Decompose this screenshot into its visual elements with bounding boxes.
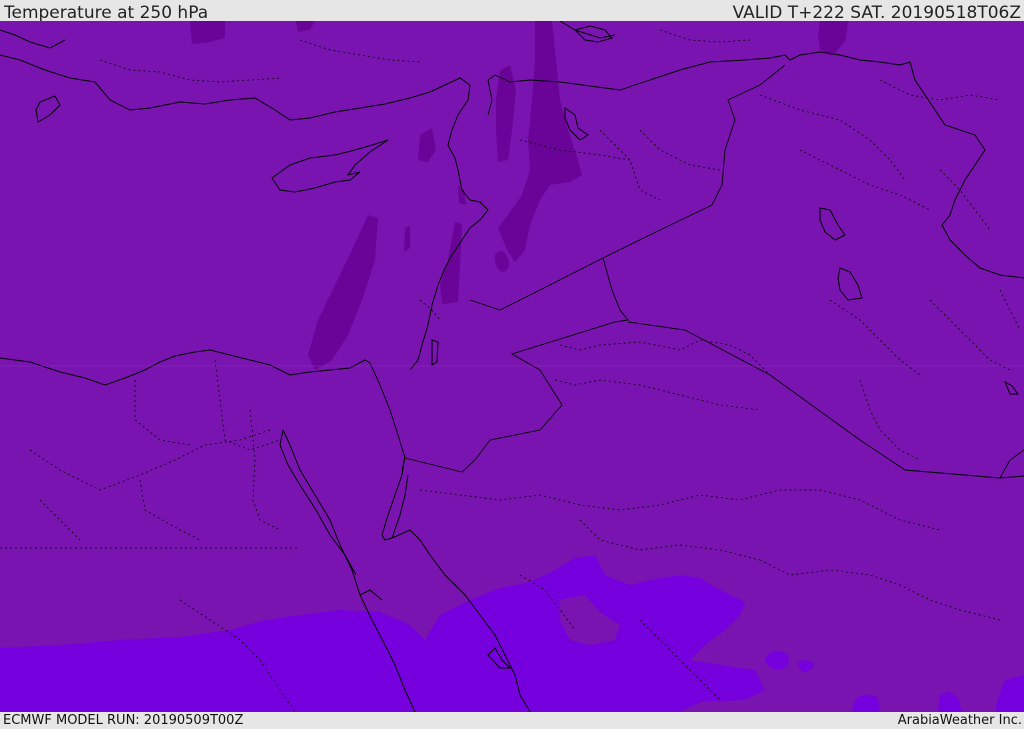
model-run-label: ECMWF MODEL RUN: 20190509T00Z: [3, 713, 244, 728]
credit-label: ArabiaWeather Inc.: [897, 713, 1022, 728]
map-canvas: [0, 21, 1024, 712]
map-title: Temperature at 250 hPa: [4, 3, 209, 23]
valid-time: VALID T+222 SAT. 20190518T06Z: [732, 3, 1021, 23]
footer-bar: ECMWF MODEL RUN: 20190509T00Z ArabiaWeat…: [0, 712, 1024, 729]
temperature-map: [0, 21, 1024, 712]
header-bar: Temperature at 250 hPa VALID T+222 SAT. …: [0, 0, 1024, 23]
map-figure: Temperature at 250 hPa VALID T+222 SAT. …: [0, 0, 1024, 729]
